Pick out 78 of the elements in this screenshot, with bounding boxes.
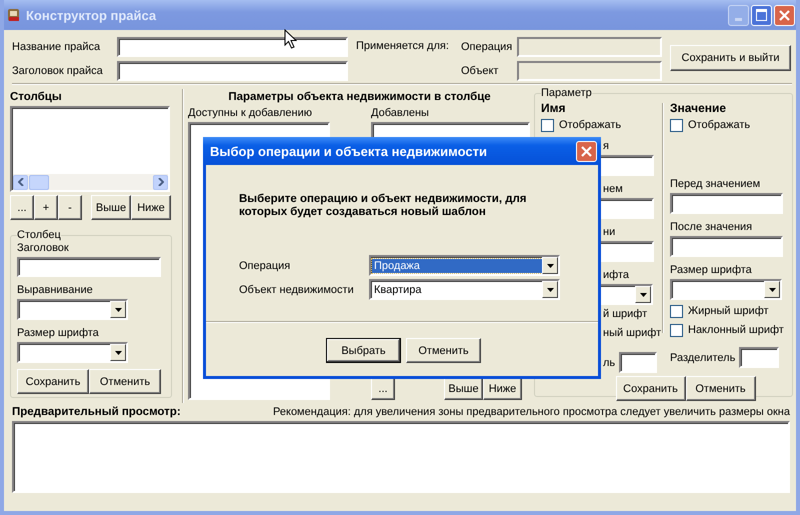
dialog-button[interactable]: Отменить	[406, 338, 481, 363]
input-field[interactable]	[17, 257, 161, 277]
list-label: Добавлены	[371, 107, 430, 119]
window-title: Конструктор прайса	[26, 8, 158, 22]
move-button[interactable]: Ниже	[131, 195, 171, 220]
column-heading: Имя	[541, 101, 567, 117]
field-label: Операция	[461, 41, 514, 53]
section-title: Столбцы	[10, 91, 63, 103]
section-title: Параметры объекта недвижимости в столбце	[227, 91, 492, 103]
maximize-button[interactable]	[751, 4, 772, 26]
field-label: Объект	[461, 65, 500, 77]
column-heading: Значение	[670, 101, 728, 117]
move-button[interactable]: Выше	[91, 195, 131, 220]
dropdown[interactable]	[17, 299, 128, 320]
field-label: Объект недвижимости	[239, 284, 355, 296]
field-label: Выравнивание	[17, 284, 94, 296]
group-title: Столбец	[17, 229, 61, 241]
close-button[interactable]	[576, 140, 597, 162]
checkbox[interactable]	[541, 118, 554, 132]
dropdown[interactable]: Квартира	[369, 279, 560, 300]
form-button[interactable]: Отменить	[89, 369, 161, 394]
field-label: ль	[603, 356, 616, 368]
horizontal-scrollbar[interactable]	[13, 174, 168, 190]
field-label: нем	[603, 183, 623, 197]
move-button[interactable]: Выше	[444, 378, 483, 400]
list-button[interactable]: ...	[371, 378, 395, 400]
input-field[interactable]	[117, 37, 348, 57]
field-label: Название прайса	[12, 41, 102, 53]
input-field[interactable]	[117, 61, 348, 81]
field-label: После значения	[670, 221, 754, 235]
field-label: Перед значением	[670, 178, 762, 192]
field-label: ни	[603, 226, 616, 240]
dropdown[interactable]	[670, 279, 782, 300]
checkbox[interactable]	[670, 118, 683, 132]
list-button[interactable]: -	[58, 195, 82, 220]
checkbox-label: Жирный шрифт	[688, 305, 769, 317]
move-button[interactable]: Ниже	[483, 378, 522, 400]
checkbox-label: Отображать	[559, 119, 622, 131]
checkbox-label: Наклонный шрифт	[688, 324, 784, 336]
list-label: Доступны к добавлению	[188, 107, 314, 119]
field-label: Заголовок прайса	[12, 65, 104, 77]
preview-title: Предварительный просмотр:	[12, 406, 181, 418]
checkbox[interactable]	[670, 324, 683, 336]
form-button[interactable]: Отменить	[686, 376, 756, 401]
save-and-exit-button[interactable]: Сохранить и выйти	[670, 45, 791, 71]
mouse-cursor-icon	[284, 29, 297, 49]
applies-label: Применяется для:	[356, 40, 450, 52]
input-field[interactable]	[670, 193, 783, 214]
field-label: Разделитель	[670, 352, 736, 364]
checkbox-label: й шрифт	[603, 308, 648, 320]
dialog-button[interactable]: Выбрать	[326, 338, 401, 363]
checkbox-label: Отображать	[688, 119, 750, 131]
input-field[interactable]	[739, 347, 780, 368]
dialog-prompt: Выберите операцию и объект недвижимости, для которых будет создаваться новый шаблон	[239, 193, 528, 219]
list-button[interactable]: +	[34, 195, 58, 220]
form-button[interactable]: Сохранить	[17, 369, 89, 394]
close-icon	[778, 8, 791, 22]
columns-list[interactable]	[10, 106, 170, 192]
checkbox-label: ный шрифт	[603, 327, 662, 339]
field-label: я	[603, 140, 609, 154]
app-icon	[6, 7, 22, 23]
checkbox[interactable]	[670, 304, 683, 318]
group-title: Параметр	[541, 87, 592, 99]
form-button[interactable]: Сохранить	[616, 376, 686, 401]
input-field[interactable]	[619, 352, 657, 373]
close-button[interactable]	[774, 4, 795, 26]
hint-text: Рекомендация: для увеличения зоны предварительного просмотра следует увеличить размеры окна	[273, 406, 790, 418]
list-button[interactable]: ...	[10, 195, 34, 220]
field-label: Заголовок	[17, 242, 70, 254]
field-label: ифта	[603, 269, 629, 283]
dropdown[interactable]: Продажа	[369, 255, 560, 276]
close-icon	[580, 144, 593, 158]
field-label: Операция	[239, 260, 292, 272]
dropdown[interactable]	[17, 342, 128, 363]
field-label: Размер шрифта	[670, 264, 753, 278]
input-field[interactable]	[670, 236, 783, 257]
field-label: Размер шрифта	[17, 327, 100, 339]
dialog-title: Выбор операции и объекта недвижимости	[210, 144, 488, 158]
